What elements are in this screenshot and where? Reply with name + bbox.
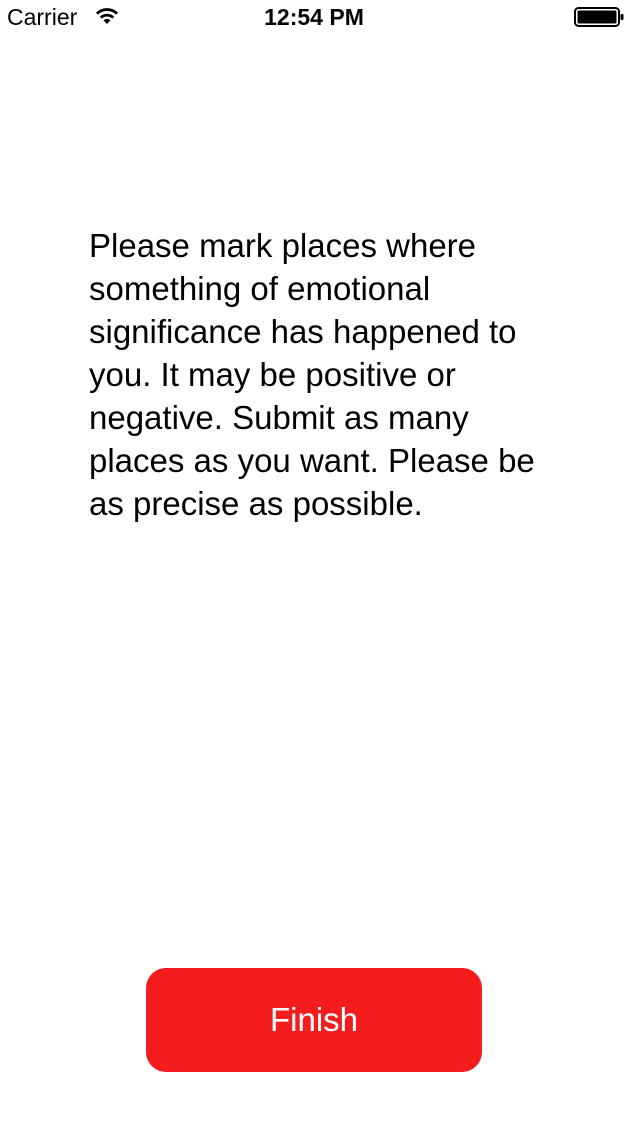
status-time: 12:54 PM	[264, 4, 364, 30]
status-bar: Carrier 12:54 PM	[0, 0, 628, 36]
battery-full-icon	[574, 7, 624, 27]
finish-button[interactable]: Finish	[146, 968, 482, 1072]
instructions-text: Please mark places where something of em…	[89, 227, 535, 522]
